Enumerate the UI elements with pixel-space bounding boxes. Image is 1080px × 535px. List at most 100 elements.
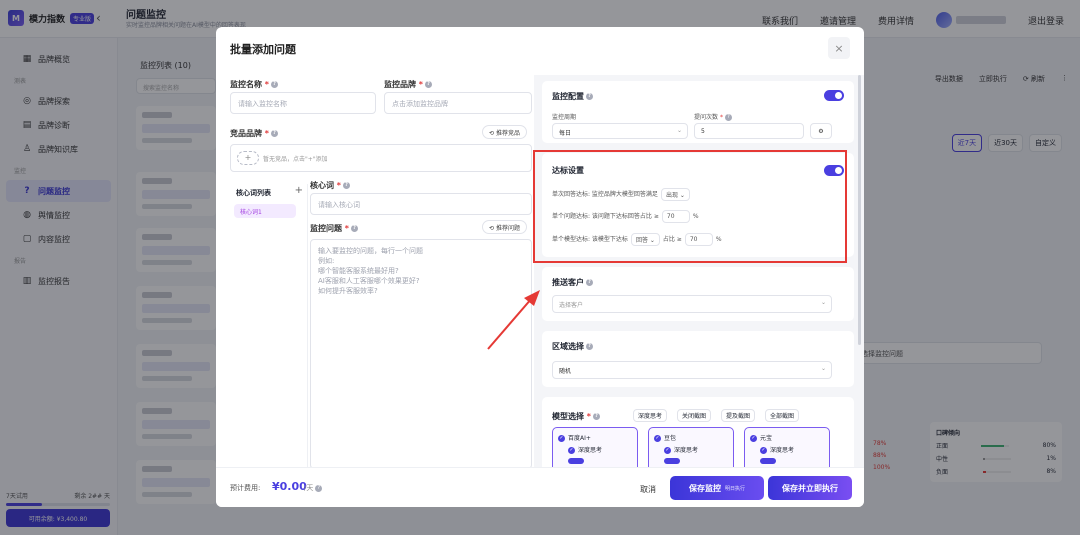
button-label: 推荐问题 [495, 225, 520, 232]
config-section: 监控配置? 监控周期 每日 ⌄ 提问次数 *? 5 ⚙ [542, 81, 854, 143]
help-icon[interactable]: ? [586, 343, 593, 350]
help-icon[interactable]: ? [342, 182, 350, 189]
model-name: 元宝 [760, 435, 773, 442]
model-tag [568, 458, 584, 464]
check-icon: ✓ [654, 435, 661, 442]
help-icon[interactable]: ? [270, 130, 278, 137]
chevron-down-icon: ⌄ [820, 299, 826, 306]
placeholder-line: 例如: [318, 257, 335, 265]
check-icon: ✓ [568, 447, 575, 454]
close-icon[interactable]: × [828, 37, 850, 59]
keyword-item[interactable]: 核心词1 [234, 204, 296, 218]
add-keyword-icon[interactable]: + [295, 185, 303, 196]
check-icon: ✓ [558, 435, 565, 442]
title-text: 监控配置 [552, 92, 584, 101]
save-and-run-button[interactable]: 保存并立即执行 [768, 476, 852, 500]
model-name: 百度AI+ [568, 435, 591, 442]
placeholder-line: 输入要监控的问题，每行一个问题 [318, 247, 423, 255]
question-textarea[interactable]: 输入要监控的问题，每行一个问题 例如: 哪个智能客服系统最好用? AI客服和人工… [310, 239, 532, 469]
button-label: 保存监控 [688, 483, 721, 493]
region-select[interactable]: 随机 ⌄ [552, 361, 832, 379]
monitor-name-label: 监控名称 *? [230, 79, 278, 90]
customer-title: 推送客户? [552, 277, 593, 288]
help-icon[interactable]: ? [424, 81, 432, 88]
model-title: 模型选择 *? [552, 411, 600, 422]
keyword-list: 核心词列表 + 核心词1 [230, 184, 308, 474]
model-feature: 深度思考 [578, 447, 603, 454]
button-label: 推荐竞品 [495, 130, 520, 137]
scrollbar[interactable] [858, 75, 861, 345]
model-feature: 深度思考 [674, 447, 699, 454]
monitor-brand-input[interactable]: 点击添加监控品牌 [384, 92, 532, 114]
model-options: 深度思考 关闭截图 提及截图 全部截图 [630, 409, 802, 422]
competitor-box[interactable]: + 暂无竞品，点击"+"添加 [230, 144, 532, 172]
cost-label: 预计费用: [230, 484, 261, 492]
gear-icon[interactable]: ⚙ [810, 123, 832, 139]
check-icon: ✓ [750, 435, 757, 442]
button-note: 明日执行 [724, 485, 745, 492]
competitor-label: 竞品品牌 *? [230, 128, 278, 139]
help-icon[interactable]: ? [586, 279, 593, 286]
help-icon[interactable]: ? [350, 225, 358, 232]
keyword-label: 核心词 *? [310, 180, 350, 191]
select-placeholder: 选择客户 [559, 302, 584, 309]
label-text: 核心词 [310, 181, 334, 190]
help-icon[interactable]: ? [592, 413, 600, 420]
model-tag [664, 458, 680, 464]
option-no-screenshot[interactable]: 关闭截图 [677, 409, 712, 422]
annotation-arrow-icon [487, 290, 540, 350]
customer-select[interactable]: 选择客户 ⌄ [552, 295, 832, 313]
save-button[interactable]: 保存监控 明日执行 [670, 476, 764, 500]
label-text: 监控品牌 [384, 80, 416, 89]
config-title: 监控配置? [552, 91, 593, 102]
placeholder-line: AI客服和人工客服哪个效果更好? [318, 277, 420, 285]
highlight-box [533, 150, 847, 263]
region-section: 区域选择? 随机 ⌄ [542, 331, 854, 387]
check-icon: ✓ [664, 447, 671, 454]
option-mention-screenshot[interactable]: 提及截图 [721, 409, 756, 422]
title-text: 区域选择 [552, 342, 584, 351]
dialog-title: 批量添加问题 [230, 43, 296, 56]
add-icon[interactable]: + [237, 151, 259, 165]
model-tag [760, 458, 776, 464]
model-feature: 深度思考 [770, 447, 795, 454]
label-text: 监控问题 [310, 224, 342, 233]
monitor-brand-label: 监控品牌 *? [384, 79, 432, 90]
settings-panel: 监控配置? 监控周期 每日 ⌄ 提问次数 *? 5 ⚙ 达标设置 单次回答达标: … [534, 75, 864, 487]
unit-text: /天 [304, 484, 314, 492]
label-text: 提问次数 [694, 114, 719, 121]
help-icon[interactable]: ? [724, 114, 732, 121]
help-icon[interactable]: ? [315, 484, 323, 492]
title-text: 推送客户 [552, 278, 584, 287]
chevron-down-icon: ⌄ [676, 127, 682, 134]
help-icon[interactable]: ? [586, 93, 593, 100]
region-title: 区域选择? [552, 341, 593, 352]
select-value: 每日 [559, 130, 572, 137]
model-name: 豆包 [664, 435, 677, 442]
customer-section: 推送客户? 选择客户 ⌄ [542, 267, 854, 321]
placeholder-line: 哪个智能客服系统最好用? [318, 267, 399, 275]
option-all-screenshot[interactable]: 全部截图 [765, 409, 800, 422]
app-root: M 模力指数 专业版 ‹ 问题监控 实时监控品牌相关问题在AI模型中的回答表现 … [0, 0, 1080, 535]
config-toggle[interactable] [824, 90, 844, 101]
dialog-footer: 预计费用: ¥0.00 /天? 取消 保存监控 明日执行 保存并立即执行 [216, 467, 864, 507]
select-value: 随机 [559, 368, 572, 375]
period-label: 监控周期 [552, 114, 577, 121]
count-label: 提问次数 *? [694, 112, 732, 121]
competitor-empty: 暂无竞品，点击"+"添加 [263, 156, 328, 163]
monitor-name-input[interactable]: 请输入监控名称 [230, 92, 376, 114]
cancel-button[interactable]: 取消 [630, 478, 666, 500]
title-text: 模型选择 [552, 412, 584, 421]
period-select[interactable]: 每日 ⌄ [552, 123, 688, 139]
label-text: 监控名称 [230, 80, 262, 89]
cost-value: ¥0.00 [272, 480, 307, 493]
recommend-question-button[interactable]: ⟲ 推荐问题 [482, 220, 527, 234]
keyword-list-title: 核心词列表 [236, 189, 271, 197]
keyword-input[interactable]: 请输入核心词 [310, 193, 532, 215]
check-icon: ✓ [760, 447, 767, 454]
help-icon[interactable]: ? [270, 81, 278, 88]
recommend-competitor-button[interactable]: ⟲ 推荐竞品 [482, 125, 527, 139]
count-input[interactable]: 5 [694, 123, 804, 139]
option-deep-think[interactable]: 深度思考 [633, 409, 668, 422]
cost-unit: /天? [304, 483, 323, 493]
